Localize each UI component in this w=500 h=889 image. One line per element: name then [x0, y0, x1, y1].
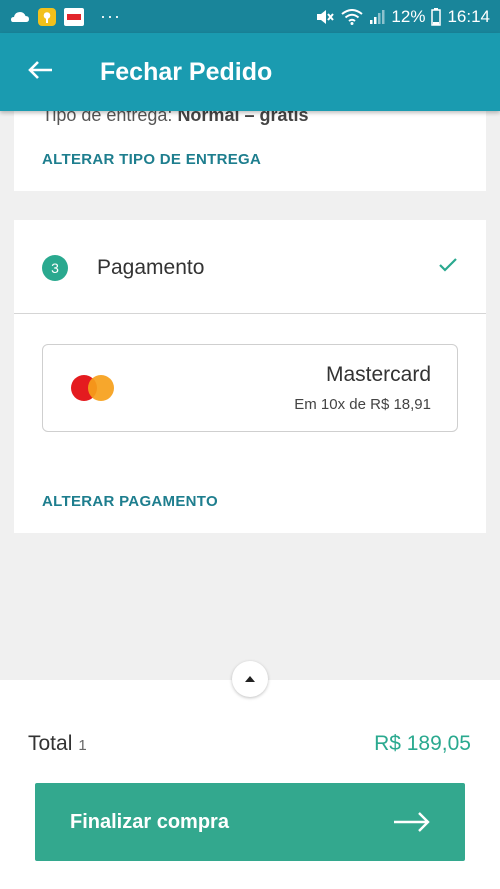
clock: 16:14 — [447, 6, 490, 26]
signal-icon — [369, 9, 385, 25]
item-count: 1 — [78, 737, 87, 754]
change-delivery-link[interactable]: ALTERAR TIPO DE ENTREGA — [42, 151, 261, 168]
payment-card: 3 Pagamento Mastercard Em 10x de R$ 18,9… — [14, 220, 486, 533]
total-value: R$ 189,05 — [374, 732, 471, 755]
order-summary: Total 1 R$ 189,05 Finalizar compra — [0, 680, 500, 889]
total-label-group: Total 1 — [28, 732, 87, 756]
cloud-notification-icon — [10, 10, 30, 24]
change-payment-link[interactable]: ALTERAR PAGAMENTO — [42, 493, 218, 510]
battery-percent: 12% — [391, 6, 426, 26]
wifi-icon — [341, 8, 364, 25]
divider — [14, 313, 486, 314]
more-notifications-indicator: ··· — [100, 6, 121, 26]
finish-purchase-label: Finalizar compra — [70, 810, 229, 833]
status-bar-notifications: ··· — [10, 6, 121, 27]
mute-icon — [315, 9, 335, 25]
payment-method-name: Mastercard — [325, 363, 431, 386]
page-title: Fechar Pedido — [100, 57, 273, 86]
chevron-up-icon — [244, 670, 256, 688]
app-bar: Fechar Pedido — [0, 33, 500, 111]
back-button[interactable] — [0, 33, 80, 111]
delivery-card: Tipo de entrega: Normal – grátis ALTERAR… — [14, 100, 486, 191]
payment-method-box[interactable]: Mastercard Em 10x de R$ 18,91 — [42, 344, 458, 432]
total-label: Total — [28, 732, 73, 755]
payment-section-title: Pagamento — [97, 256, 205, 279]
mastercard-logo-icon — [69, 373, 117, 403]
status-bar-system: 12% 16:14 — [315, 7, 490, 27]
installments-text: Em 10x de R$ 18,91 — [294, 396, 431, 413]
step-number-badge: 3 — [42, 255, 68, 281]
arrow-right-icon — [393, 811, 431, 838]
expand-summary-button[interactable] — [232, 661, 268, 697]
back-arrow-icon — [27, 60, 53, 85]
location-notification-icon — [38, 7, 56, 26]
status-bar: ··· 12% 16:14 — [0, 0, 500, 33]
check-icon — [438, 257, 458, 278]
store-notification-icon — [64, 7, 84, 26]
finish-purchase-button[interactable]: Finalizar compra — [35, 783, 465, 861]
battery-icon — [431, 7, 442, 26]
